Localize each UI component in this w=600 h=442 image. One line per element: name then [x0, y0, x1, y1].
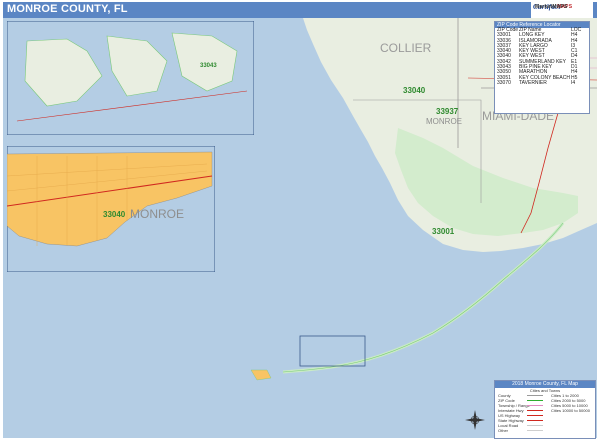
page-title: MONROE COUNTY, FL [7, 3, 128, 15]
county-label-monroe-inset: MONROE [130, 207, 184, 221]
legend-row: Other [495, 428, 595, 433]
zip-reference-table: ZIP Code Reference Locator ZIP Code ZIP … [494, 21, 590, 114]
zip-label-33040-inset: 33040 [103, 210, 126, 219]
map-legend: 2018 Monroe County, FL Map Cities and To… [494, 380, 596, 439]
county-label-monroe: MONROE [426, 117, 462, 126]
zip-label-33040: 33040 [403, 86, 426, 95]
county-label-collier: COLLIER [380, 41, 432, 55]
title-bar: MONROE COUNTY, FL Cartifact MAPS MarketM… [3, 2, 597, 18]
inset-map-lower-keys [7, 21, 254, 135]
zip-label-33043: 33043 [200, 63, 217, 69]
logo-extra: MarketMAPS [535, 4, 568, 10]
zip-label-33937: 33937 [436, 107, 459, 116]
map-page: MONROE COUNTY, FL Cartifact MAPS MarketM… [0, 0, 600, 442]
legend-title: 2018 Monroe County, FL Map [495, 381, 595, 388]
zip-label-33001: 33001 [432, 227, 455, 236]
publisher-logo: Cartifact MAPS MarketMAPS [531, 2, 593, 18]
table-row: 33070 TAVERNIER I4 [497, 79, 576, 86]
